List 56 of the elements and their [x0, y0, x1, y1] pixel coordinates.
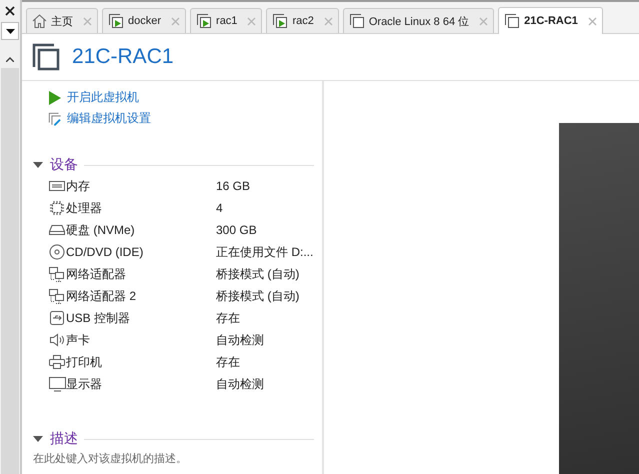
description-placeholder[interactable]: 在此处键入对该虚拟机的描述。 [32, 451, 322, 466]
action-link[interactable]: 编辑虚拟机设置 [67, 110, 151, 127]
device-name[interactable]: 处理器 [66, 200, 216, 216]
vm-running-icon [108, 13, 124, 29]
close-icon[interactable] [5, 6, 15, 16]
device-value: 存在 [216, 354, 240, 370]
network-icon [49, 266, 65, 282]
tab[interactable]: rac2 [266, 8, 339, 33]
vm-title: 21C-RAC1 [72, 45, 174, 69]
device-name[interactable]: 硬盘 (NVMe) [66, 222, 216, 238]
device-value: 正在使用文件 D:... [216, 244, 314, 260]
network-icon [49, 288, 65, 304]
disc-icon [49, 244, 65, 260]
device-name[interactable]: 内存 [66, 178, 216, 194]
scrollbar[interactable] [1, 50, 19, 474]
device-value: 桥接模式 (自动) [216, 288, 300, 304]
collapse-triangle-icon[interactable] [33, 436, 43, 442]
device-value: 桥接模式 (自动) [216, 266, 300, 282]
device-value: 4 [216, 201, 223, 215]
printer-icon [49, 354, 65, 370]
device-name[interactable]: CD/DVD (IDE) [66, 245, 216, 259]
device-name[interactable]: 打印机 [66, 354, 216, 370]
section-title: 描述 [50, 430, 78, 448]
collapse-triangle-icon[interactable] [33, 162, 43, 168]
dropdown-button[interactable] [1, 22, 19, 40]
device-name[interactable]: USB 控制器 [66, 310, 216, 326]
device-name[interactable]: 声卡 [66, 332, 216, 348]
tab[interactable]: Oracle Linux 8 64 位 [342, 8, 494, 33]
vm-running-icon [272, 13, 288, 29]
device-name[interactable]: 网络适配器 2 [66, 288, 216, 304]
tab[interactable]: docker [102, 8, 186, 33]
home-icon [32, 14, 47, 28]
device-value: 自动检测 [216, 376, 264, 392]
vm-running-icon [196, 13, 212, 29]
tab[interactable]: rac1 [190, 8, 262, 33]
action-link[interactable]: 开启此虚拟机 [67, 89, 139, 106]
speaker-icon [49, 333, 65, 347]
section-title: 设备 [50, 156, 78, 174]
device-name[interactable]: 显示器 [66, 376, 216, 392]
play-icon [49, 90, 61, 104]
vm-icon [32, 43, 60, 71]
memory-icon [49, 180, 65, 192]
vm-icon [504, 13, 520, 29]
monitor-icon [48, 376, 66, 392]
device-value: 自动检测 [216, 332, 264, 348]
device-value: 300 GB [216, 223, 257, 237]
device-value: 16 GB [216, 179, 250, 193]
usb-icon [50, 311, 64, 325]
edit-settings-icon [48, 110, 62, 126]
device-name[interactable]: 网络适配器 [66, 266, 216, 282]
tab[interactable]: 21C-RAC1 [498, 7, 603, 34]
tab[interactable]: 主页 [26, 8, 98, 33]
caret-icon[interactable] [6, 28, 14, 34]
vm-icon [348, 13, 365, 29]
device-value: 存在 [216, 310, 240, 326]
scroll-up-icon[interactable] [6, 56, 14, 62]
